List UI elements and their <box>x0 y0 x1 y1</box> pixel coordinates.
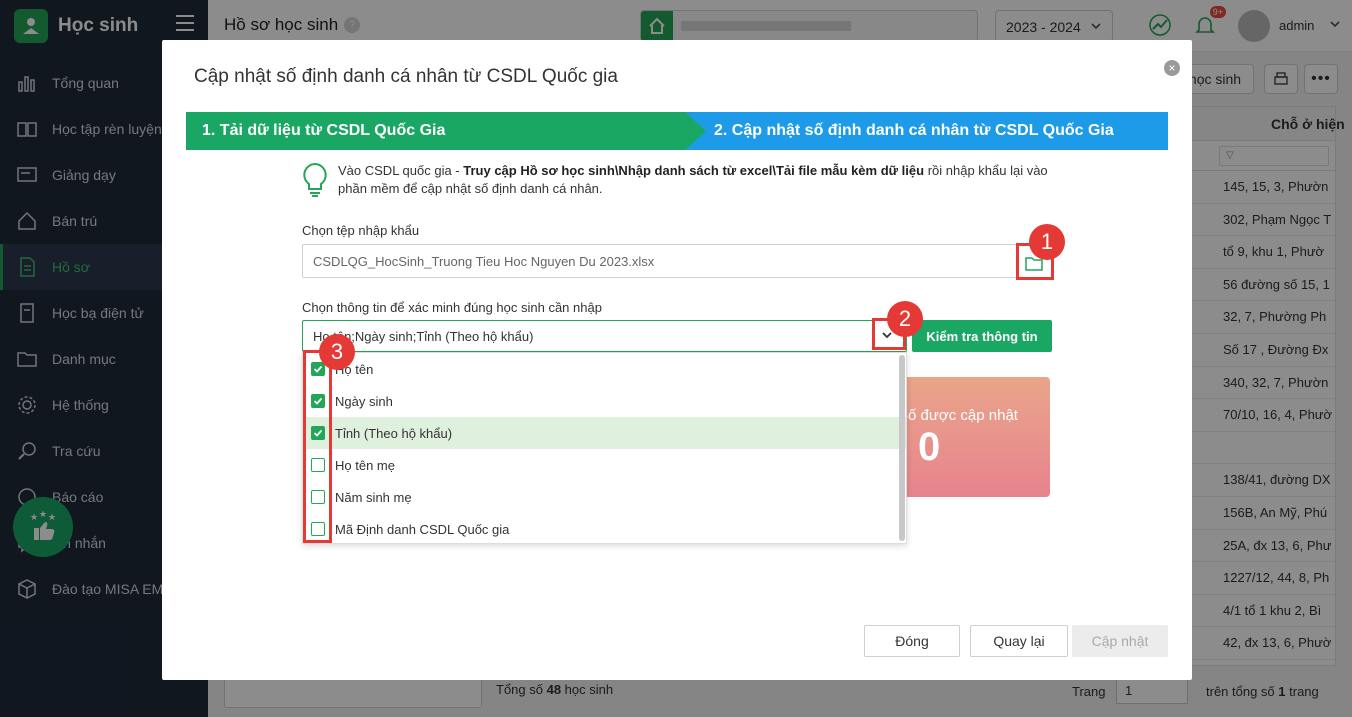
hint-text: Vào CSDL quốc gia - Truy cập Hồ sơ học s… <box>338 162 1068 198</box>
updated-count-value: 0 <box>918 425 941 469</box>
annotation-badge-2: 2 <box>887 301 923 337</box>
dropdown-option[interactable]: Họ tên mẹ <box>303 449 906 481</box>
dropdown-option-label: Họ tên mẹ <box>335 457 395 473</box>
step-1-tab[interactable]: 1. Tải dữ liệu từ CSDL Quốc Gia <box>186 112 706 150</box>
dropdown-option[interactable]: Tỉnh (Theo hộ khẩu) <box>303 417 906 449</box>
close-icon[interactable]: × <box>1164 60 1180 76</box>
dropdown-option-label: Mã Định danh CSDL Quốc gia <box>335 521 510 537</box>
dropdown-scrollbar[interactable] <box>899 355 905 541</box>
close-button[interactable]: Đóng <box>864 625 960 657</box>
verify-criteria-dropdown: Họ tên Ngày sinh Tỉnh (Theo hộ khẩu) Họ tên… <box>302 352 907 544</box>
annotation-badge-1: 1 <box>1029 224 1065 260</box>
back-button[interactable]: Quay lại <box>970 625 1068 657</box>
update-button[interactable]: Cập nhật <box>1072 625 1168 657</box>
dropdown-option-label: Năm sinh mẹ <box>335 489 412 505</box>
annotation-badge-3: 3 <box>319 334 355 370</box>
verify-criteria-select[interactable]: Họ tên;Ngày sinh;Tỉnh (Theo hộ khẩu) <box>302 320 907 352</box>
dropdown-option[interactable]: Mã Định danh CSDL Quốc gia <box>303 513 906 545</box>
lightbulb-icon <box>302 162 328 201</box>
dropdown-option[interactable]: Năm sinh mẹ <box>303 481 906 513</box>
dropdown-option[interactable]: Họ tên <box>303 353 906 385</box>
dropdown-option-label: Tỉnh (Theo hộ khẩu) <box>335 425 453 441</box>
updated-count-label: Số được cập nhật <box>898 407 1018 424</box>
file-value: CSDLQG_HocSinh_Truong Tieu Hoc Nguyen Du… <box>313 254 655 269</box>
dropdown-option[interactable]: Ngày sinh <box>303 385 906 417</box>
check-info-button[interactable]: Kiểm tra thông tin <box>912 320 1052 352</box>
modal-title: Cập nhật số định danh cá nhân từ CSDL Qu… <box>194 66 618 87</box>
hint-prefix: Vào CSDL quốc gia - <box>338 163 464 178</box>
file-input[interactable]: CSDLQG_HocSinh_Truong Tieu Hoc Nguyen Du… <box>302 244 1052 278</box>
hint-path: Truy cập Hồ sơ học sinh\Nhập danh sách t… <box>463 163 925 178</box>
step-2-tab[interactable]: 2. Cập nhật số định danh cá nhân từ CSDL… <box>676 112 1168 150</box>
verify-label: Chọn thông tin để xác minh đúng học sinh… <box>302 300 602 315</box>
annotation-box-3 <box>303 350 332 543</box>
file-label: Chọn tệp nhập khẩu <box>302 223 420 238</box>
dropdown-option-label: Ngày sinh <box>335 393 393 409</box>
